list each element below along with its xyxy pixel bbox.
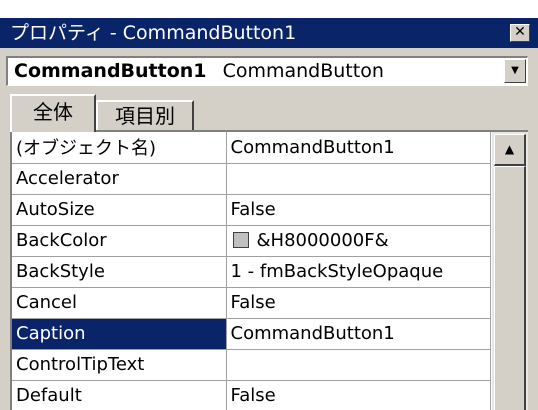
property-row[interactable]: (オブジェクト名) CommandButton1 xyxy=(12,132,491,164)
property-table: (オブジェクト名) CommandButton1 Accelerator Aut… xyxy=(12,132,491,410)
object-selector[interactable]: CommandButton1 CommandButton ▼ xyxy=(6,56,528,86)
property-name[interactable]: (オブジェクト名) xyxy=(12,132,227,164)
close-icon: ✕ xyxy=(514,24,526,40)
properties-window: プロパティ - CommandButton1 ✕ CommandButton1 … xyxy=(0,18,538,410)
property-value[interactable] xyxy=(226,349,491,381)
property-value[interactable]: False xyxy=(226,194,491,226)
property-value[interactable]: False xyxy=(226,287,491,319)
property-row[interactable]: Cancel False xyxy=(12,287,491,319)
chevron-down-icon: ▼ xyxy=(511,65,519,76)
property-name[interactable]: Accelerator xyxy=(12,163,227,195)
property-name[interactable]: BackColor xyxy=(12,225,227,257)
property-name[interactable]: Default xyxy=(12,380,227,410)
property-name[interactable]: Cancel xyxy=(12,287,227,319)
scrollbar-thumb[interactable] xyxy=(494,166,526,410)
object-selector-dropdown-button[interactable]: ▼ xyxy=(504,59,526,83)
property-grid: (オブジェクト名) CommandButton1 Accelerator Aut… xyxy=(10,130,528,410)
property-name[interactable]: BackStyle xyxy=(12,256,227,288)
property-row[interactable]: ControlTipText xyxy=(12,349,491,381)
tab-alphabetic[interactable]: 全体 xyxy=(10,94,96,132)
property-row[interactable]: Accelerator xyxy=(12,163,491,195)
scroll-up-button[interactable]: ▲ xyxy=(494,134,526,166)
property-name[interactable]: Caption xyxy=(12,318,227,350)
property-value[interactable]: CommandButton1 xyxy=(226,318,491,350)
property-value[interactable] xyxy=(226,163,491,195)
property-value-text: &H8000000F& xyxy=(256,230,389,251)
title-bar[interactable]: プロパティ - CommandButton1 ✕ xyxy=(0,18,538,48)
object-name: CommandButton1 xyxy=(14,60,207,82)
object-type: CommandButton xyxy=(222,60,384,82)
property-value[interactable]: False xyxy=(226,380,491,410)
property-row[interactable]: BackColor &H8000000F& xyxy=(12,225,491,257)
property-value[interactable]: &H8000000F& xyxy=(226,225,491,257)
property-name[interactable]: ControlTipText xyxy=(12,349,227,381)
property-row-selected[interactable]: Caption CommandButton1 xyxy=(12,318,491,350)
property-name[interactable]: AutoSize xyxy=(12,194,227,226)
vertical-scrollbar[interactable]: ▲ xyxy=(492,132,528,410)
property-row[interactable]: AutoSize False xyxy=(12,194,491,226)
tab-label: 項目別 xyxy=(115,104,175,128)
property-row[interactable]: BackStyle 1 - fmBackStyleOpaque xyxy=(12,256,491,288)
tab-categorized[interactable]: 項目別 xyxy=(96,100,194,130)
tab-label: 全体 xyxy=(33,100,73,124)
close-button[interactable]: ✕ xyxy=(510,24,530,42)
property-row[interactable]: Default False xyxy=(12,380,491,410)
window-title: プロパティ - CommandButton1 xyxy=(10,22,297,44)
property-value[interactable]: 1 - fmBackStyleOpaque xyxy=(226,256,491,288)
color-swatch xyxy=(232,232,249,248)
property-value[interactable]: CommandButton1 xyxy=(226,132,491,164)
chevron-up-icon: ▲ xyxy=(504,142,515,156)
